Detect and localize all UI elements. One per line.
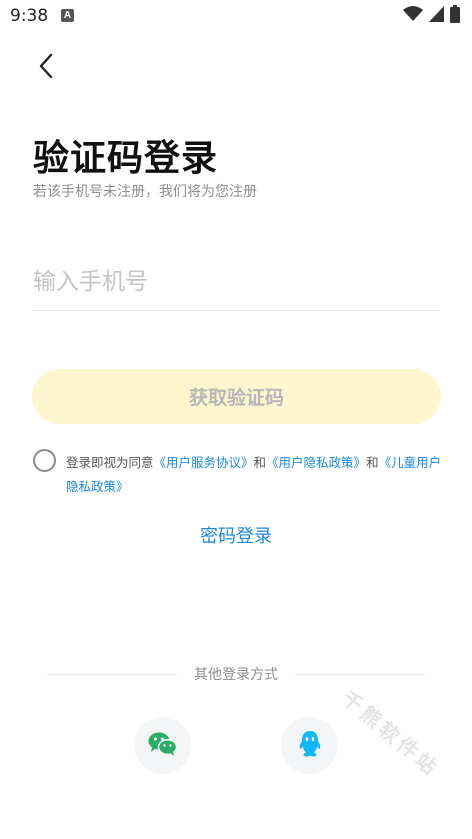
agreement-and-2: 和 [366, 455, 379, 470]
agreement-prefix: 登录即视为同意 [66, 455, 154, 470]
password-login-link[interactable]: 密码登录 [0, 522, 472, 548]
app-notification-icon: A [61, 9, 74, 22]
status-icons [403, 5, 460, 27]
page-title: 验证码登录 [33, 138, 219, 179]
signal-icon [429, 6, 444, 26]
wechat-login-button[interactable] [134, 717, 191, 774]
input-underline [33, 310, 440, 311]
battery-icon [450, 5, 460, 27]
wifi-icon [403, 6, 423, 26]
phone-input[interactable] [33, 262, 440, 302]
qq-login-button[interactable] [281, 717, 338, 774]
status-time: 9:38 [10, 6, 49, 26]
page-subtitle: 若该手机号未注册，我们将为您注册 [33, 184, 257, 200]
user-service-agreement-link[interactable]: 《用户服务协议》 [154, 455, 254, 470]
chevron-left-icon [38, 53, 54, 83]
agreement-and-1: 和 [253, 455, 267, 470]
get-code-button[interactable]: 获取验证码 [32, 369, 441, 424]
other-login-label: 其他登录方式 [194, 667, 278, 683]
watermark: 千熊软件站 [337, 685, 445, 782]
agreement-checkbox[interactable] [33, 449, 56, 472]
wechat-icon [148, 731, 178, 761]
qq-icon [298, 730, 322, 762]
back-button[interactable] [32, 53, 60, 83]
status-bar: 9:38 A [0, 0, 472, 32]
agreement-text: 登录即视为同意《用户服务协议》和《用户隐私政策》和《儿童用户隐私政策》 [66, 451, 446, 499]
user-privacy-policy-link[interactable]: 《用户隐私政策》 [266, 455, 366, 470]
